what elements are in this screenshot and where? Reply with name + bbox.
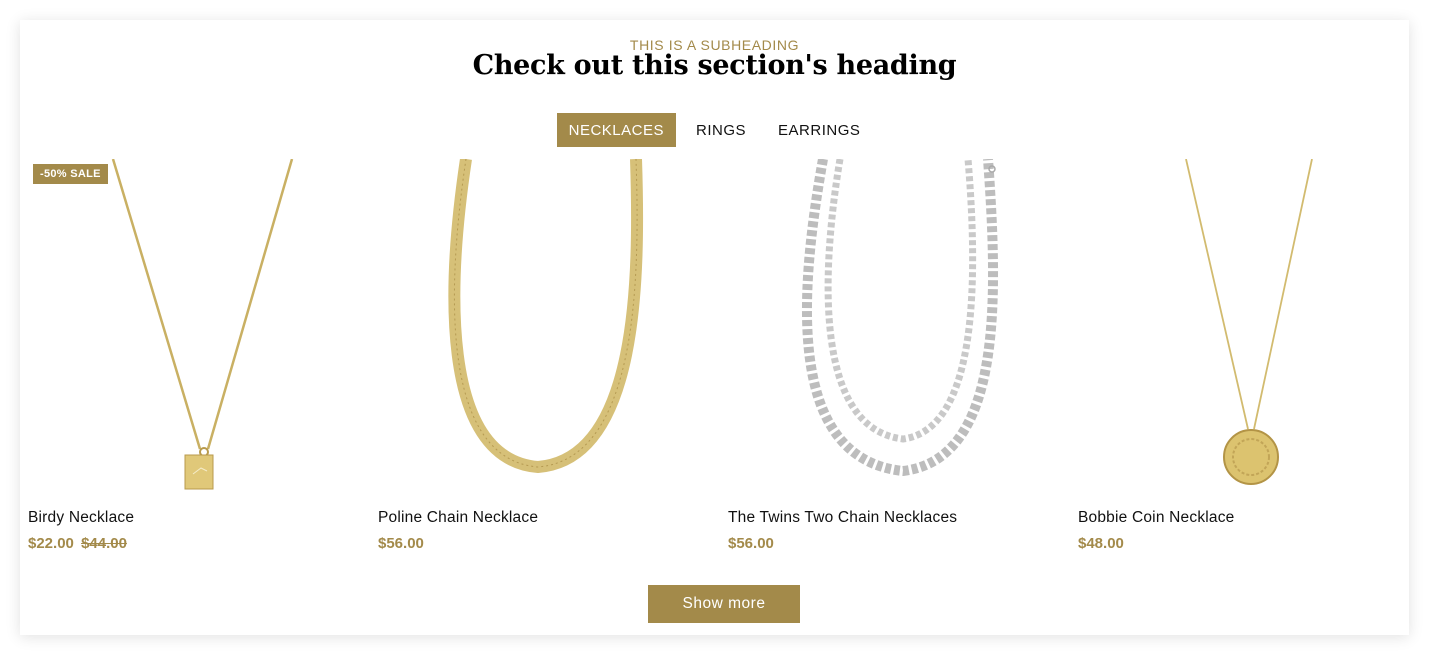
compare-price: $44.00 xyxy=(81,535,127,552)
tab-earrings[interactable]: EARRINGS xyxy=(766,113,872,147)
product-image-twins[interactable] xyxy=(728,158,1068,499)
section-heading: Check out this section's heading xyxy=(472,50,957,81)
product-grid: -50% SALE Birdy Necklace $22.00 $44.00 P… xyxy=(28,158,1400,559)
product-card-twins[interactable]: The Twins Two Chain Necklaces $56.00 xyxy=(728,158,1068,559)
tab-necklaces[interactable]: NECKLACES xyxy=(556,113,676,147)
show-more-button[interactable]: Show more xyxy=(648,585,800,623)
product-price: $48.00 xyxy=(1078,535,1124,552)
sale-price: $22.00 xyxy=(28,535,74,552)
product-price: $56.00 xyxy=(728,535,774,552)
product-card-poline[interactable]: Poline Chain Necklace $56.00 xyxy=(378,158,718,559)
product-image-birdy[interactable] xyxy=(28,158,368,499)
tab-rings[interactable]: RINGS xyxy=(684,113,758,147)
product-name[interactable]: Poline Chain Necklace xyxy=(378,509,538,527)
product-card-bobbie[interactable]: Bobbie Coin Necklace $48.00 xyxy=(1078,158,1418,559)
category-tabs: NECKLACES RINGS EARRINGS xyxy=(20,113,1409,147)
product-name[interactable]: The Twins Two Chain Necklaces xyxy=(728,509,957,527)
product-section: THIS IS A SUBHEADING Check out this sect… xyxy=(20,20,1409,635)
sale-badge: -50% SALE xyxy=(33,164,108,184)
product-image-poline[interactable] xyxy=(378,158,718,499)
product-card-birdy[interactable]: -50% SALE Birdy Necklace $22.00 $44.00 xyxy=(28,158,368,559)
product-price: $56.00 xyxy=(378,535,424,552)
product-name[interactable]: Bobbie Coin Necklace xyxy=(1078,509,1235,527)
product-price: $22.00 $44.00 xyxy=(28,535,127,552)
product-image-bobbie[interactable] xyxy=(1078,158,1418,499)
product-name[interactable]: Birdy Necklace xyxy=(28,509,134,527)
